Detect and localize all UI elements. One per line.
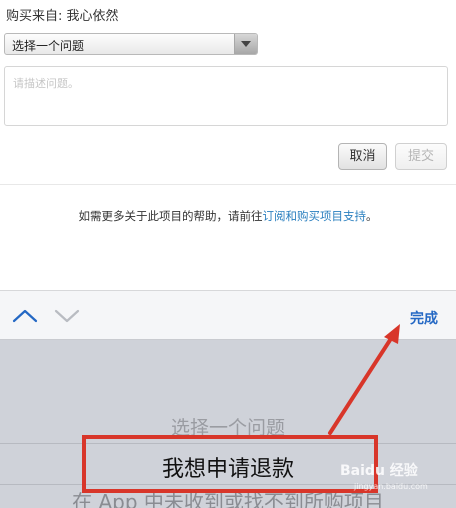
subscription-support-link[interactable]: 订阅和购买项目支持 xyxy=(263,209,367,223)
description-textarea[interactable]: 请描述问题。 xyxy=(4,66,448,126)
picker-toolbar: 完成 xyxy=(0,290,456,340)
submit-button[interactable]: 提交 xyxy=(395,143,447,170)
feedback-form: 购买来自: 我心依然 选择一个问题 请描述问题。 取消 提交 如需更多关于此项目… xyxy=(0,0,456,290)
watermark-url: jingyan.baidu.com xyxy=(354,482,428,491)
help-text-suffix: 。 xyxy=(366,209,378,223)
chevron-up-icon[interactable] xyxy=(10,305,40,327)
purchase-source-label: 购买来自: 我心依然 xyxy=(6,9,119,24)
problem-select[interactable]: 选择一个问题 xyxy=(4,33,258,55)
cancel-button[interactable]: 取消 xyxy=(338,143,387,170)
picker-option[interactable]: 选择一个问题 xyxy=(0,413,456,440)
problem-select-value: 选择一个问题 xyxy=(12,39,85,53)
picker-selection-line-top xyxy=(0,443,456,444)
help-text: 如需更多关于此项目的帮助，请前往订阅和购买项目支持。 xyxy=(0,208,456,224)
chevron-down-icon[interactable] xyxy=(52,305,82,327)
watermark: Baidu 经验 xyxy=(340,463,418,479)
dropdown-arrow-icon xyxy=(234,34,257,54)
done-button[interactable]: 完成 xyxy=(410,308,438,328)
description-placeholder: 请描述问题。 xyxy=(13,77,79,90)
divider xyxy=(0,184,456,185)
help-text-prefix: 如需更多关于此项目的帮助，请前往 xyxy=(78,209,263,223)
